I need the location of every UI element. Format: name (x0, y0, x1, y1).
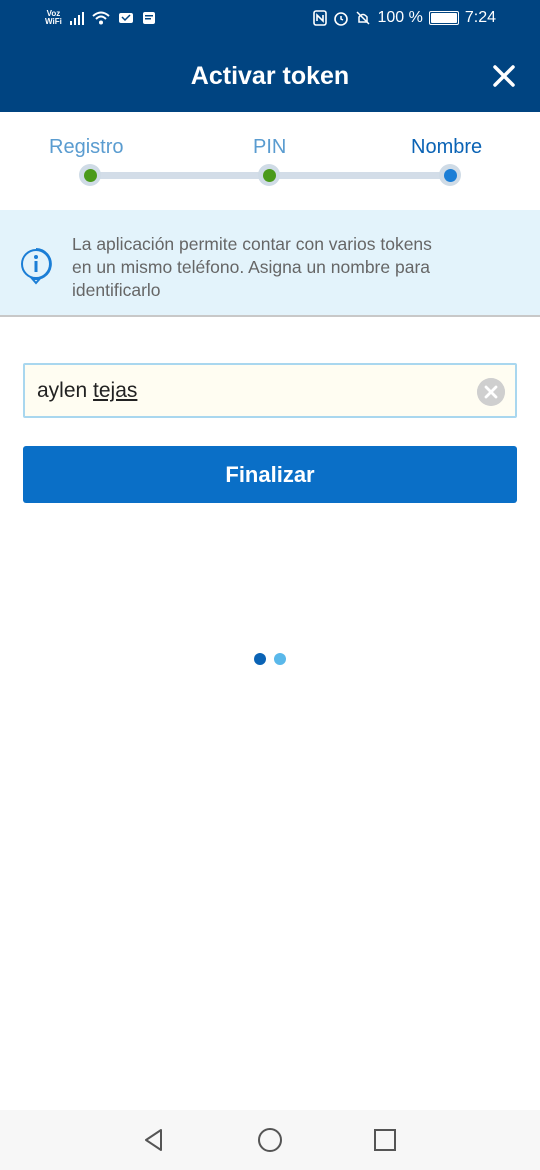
wifi-icon (92, 11, 110, 25)
info-line-2: en un mismo teléfono. Asigna un nombre p… (72, 257, 430, 277)
battery-icon (428, 11, 459, 25)
loader-dot-2 (274, 653, 286, 665)
info-line-3: identificarlo (72, 280, 161, 300)
step-label-registro: Registro (49, 136, 124, 158)
step-label-pin: PIN (253, 136, 287, 158)
clock: 7:24 (464, 9, 496, 26)
close-icon[interactable] (492, 64, 516, 88)
system-nav-bar (0, 1110, 540, 1170)
finalize-button[interactable]: Finalizar (23, 446, 517, 503)
notification-icon (142, 12, 155, 24)
carrier-label-2: WiFi (45, 17, 62, 26)
clear-icon[interactable] (477, 378, 505, 406)
token-name-value[interactable]: aylen tejas (37, 379, 137, 403)
status-right-icons: 100 % 7:24 (313, 9, 496, 27)
info-message: La aplicación permite contar con varios … (72, 233, 512, 302)
token-name-word-2: tejas (93, 379, 138, 402)
token-name-word-1: aylen (37, 379, 88, 402)
progress-stepper: Registro PIN Nombre (0, 112, 540, 210)
home-icon[interactable] (256, 1126, 284, 1154)
messenger-icon (118, 13, 133, 23)
page-title: Activar token (190, 62, 350, 90)
info-banner: La aplicación permite contar con varios … (0, 210, 540, 317)
battery-percent: 100 % (377, 9, 423, 26)
alarm-icon (334, 12, 349, 26)
step-dot-pin (258, 164, 280, 186)
info-line-1: La aplicación permite contar con varios … (72, 234, 432, 254)
status-left-icons: Voz WiFi (45, 10, 156, 26)
loader-dot-1 (254, 653, 266, 665)
step-dot-registro (79, 164, 101, 186)
nfc-icon (313, 10, 328, 26)
info-icon (21, 248, 52, 285)
step-label-nombre: Nombre (411, 136, 483, 158)
back-icon[interactable] (140, 1126, 168, 1154)
signal-icon (69, 11, 84, 25)
loading-indicator (254, 653, 286, 665)
app-header: Activar token (0, 40, 540, 112)
recents-icon[interactable] (371, 1126, 399, 1154)
voz-wifi-label: Voz WiFi (45, 10, 62, 26)
status-bar: Voz WiFi 100 % 7:24 (0, 0, 540, 40)
mute-icon (356, 11, 371, 25)
step-dot-nombre (439, 164, 461, 186)
token-name-input[interactable]: aylen tejas (23, 363, 517, 418)
